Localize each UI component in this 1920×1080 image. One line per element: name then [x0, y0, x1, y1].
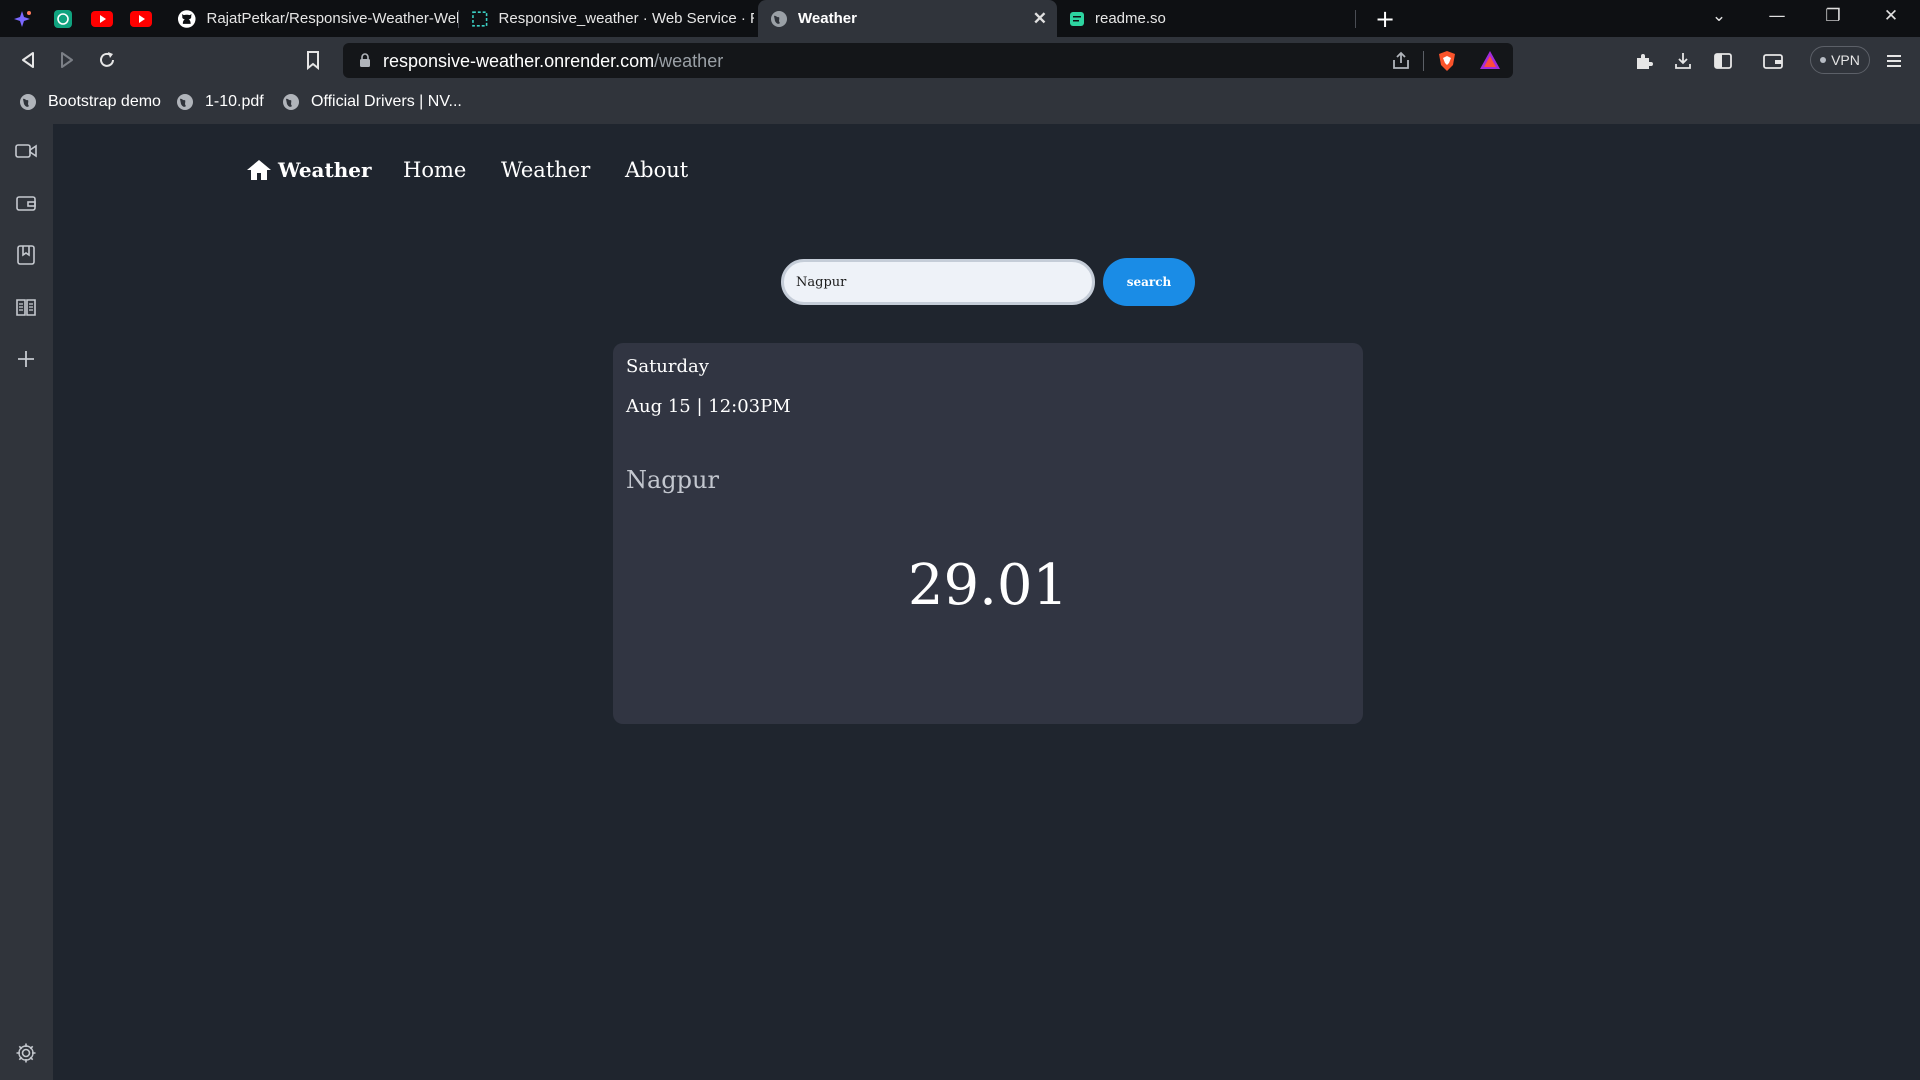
extensions-button[interactable] — [1632, 49, 1656, 73]
weather-card: Saturday Aug 15 | 12:03PM Nagpur 29.01 — [613, 343, 1363, 724]
vpn-status-dot — [1820, 57, 1827, 63]
brave-rewards-icon[interactable] — [1479, 50, 1501, 70]
browser-side-panel — [0, 124, 53, 1080]
tab-readme[interactable]: readme.so — [1057, 0, 1355, 37]
bookmark-label: Official Drivers | NV... — [311, 93, 462, 110]
hamburger-menu-icon — [1887, 55, 1901, 67]
tab-title: RajatPetkar/Responsive-Weather-Web — [206, 10, 459, 27]
browser-menu-button[interactable] — [1882, 49, 1906, 73]
bookmark-1-10-pdf[interactable]: 1-10.pdf — [175, 92, 264, 112]
address-bar-divider — [1423, 51, 1424, 71]
downloads-button[interactable] — [1671, 49, 1695, 73]
nav-link-home[interactable]: Home — [403, 158, 466, 182]
tab-search-chevron-icon[interactable]: ⌄ — [1707, 6, 1731, 26]
tab-weather[interactable]: Weather ✕ — [758, 0, 1057, 37]
plus-icon — [18, 351, 34, 367]
video-camera-icon — [15, 144, 37, 158]
side-panel-talk-button[interactable] — [13, 138, 39, 164]
reading-list-icon — [16, 299, 36, 316]
close-tab-icon[interactable]: ✕ — [1033, 9, 1047, 29]
tab-github[interactable]: RajatPetkar/Responsive-Weather-Web — [165, 0, 458, 37]
url-text: responsive-weather.onrender.com/weather — [383, 51, 723, 72]
tab-strip: RajatPetkar/Responsive-Weather-Web Respo… — [0, 0, 1920, 37]
side-panel-settings-button[interactable] — [13, 1040, 39, 1066]
minimize-icon[interactable]: — — [1765, 6, 1789, 26]
navbar-brand[interactable]: Weather — [246, 158, 372, 182]
tab-title: Weather — [798, 10, 857, 27]
brave-shields-icon[interactable] — [1437, 50, 1457, 72]
gear-icon — [16, 1043, 36, 1063]
bookmarks-bar: Bootstrap demo 1-10.pdf Official Drivers… — [0, 84, 1920, 124]
download-icon — [1675, 53, 1691, 69]
bookmark-label: 1-10.pdf — [205, 93, 264, 110]
wallet-icon — [16, 196, 36, 211]
pinned-tab-youtube-1[interactable] — [83, 0, 121, 37]
puzzle-icon — [1637, 54, 1653, 69]
side-panel-bookmarks-button[interactable] — [13, 242, 39, 268]
back-button[interactable] — [15, 47, 41, 73]
home-icon — [247, 160, 271, 180]
search-button[interactable]: search — [1103, 258, 1195, 306]
leo-ai-icon — [14, 10, 31, 27]
globe-icon — [177, 94, 193, 110]
bookmark-official-drivers[interactable]: Official Drivers | NV... — [281, 92, 462, 112]
vpn-button[interactable]: VPN — [1810, 46, 1870, 74]
brand-label: Weather — [278, 158, 372, 182]
reload-icon — [100, 52, 114, 67]
back-arrow-icon — [22, 52, 34, 68]
weather-datetime: Aug 15 | 12:03PM — [626, 396, 791, 417]
nav-link-weather[interactable]: Weather — [501, 158, 590, 182]
share-icon[interactable] — [1390, 50, 1412, 72]
youtube-icon — [130, 10, 152, 27]
forward-button[interactable] — [54, 47, 80, 73]
web-page: Weather Home Weather About search Saturd… — [53, 124, 1920, 1080]
tab-separator — [1355, 10, 1356, 28]
new-tab-button[interactable]: + — [1372, 5, 1398, 33]
bookmark-page-button[interactable] — [300, 47, 326, 73]
wallet-button[interactable] — [1761, 49, 1785, 73]
render-icon — [472, 10, 488, 27]
forward-arrow-icon — [61, 52, 73, 68]
readme-icon — [1070, 11, 1084, 26]
weather-day: Saturday — [626, 356, 709, 377]
side-panel-add-button[interactable] — [13, 346, 39, 372]
globe-icon — [283, 94, 299, 110]
weather-city: Nagpur — [626, 466, 719, 494]
globe-icon — [771, 10, 787, 27]
tab-title: Responsive_weather · Web Service · R — [498, 10, 754, 27]
pinned-tab-youtube-2[interactable] — [122, 0, 160, 37]
bookmarks-icon — [17, 245, 35, 265]
city-search-input[interactable] — [781, 259, 1095, 305]
window-close-icon[interactable]: ✕ — [1879, 6, 1903, 26]
bookmark-bootstrap-demo[interactable]: Bootstrap demo — [18, 92, 161, 112]
url-host: responsive-weather.onrender.com — [383, 51, 655, 71]
address-bar[interactable]: responsive-weather.onrender.com/weather — [343, 43, 1513, 78]
browser-toolbar: responsive-weather.onrender.com/weather … — [0, 37, 1920, 84]
restore-icon[interactable]: ❐ — [1821, 6, 1845, 26]
youtube-icon — [91, 10, 113, 27]
side-panel-reading-list-button[interactable] — [13, 294, 39, 320]
nav-link-about[interactable]: About — [625, 158, 688, 182]
github-icon — [177, 9, 196, 28]
sidebar-icon — [1714, 53, 1732, 69]
globe-icon — [20, 94, 36, 110]
tab-title: readme.so — [1095, 10, 1166, 27]
url-path: /weather — [654, 51, 724, 71]
weather-temperature: 29.01 — [907, 553, 1069, 618]
side-panel-wallet-button[interactable] — [13, 190, 39, 216]
bookmark-label: Bootstrap demo — [48, 93, 161, 110]
sidebar-toggle-button[interactable] — [1711, 49, 1735, 73]
tab-render[interactable]: Responsive_weather · Web Service · R — [459, 0, 754, 37]
pinned-tab-leo[interactable] — [4, 0, 42, 37]
reload-button[interactable] — [94, 47, 120, 73]
bookmark-icon — [307, 51, 319, 70]
vpn-label: VPN — [1831, 52, 1860, 68]
lock-icon — [360, 53, 370, 67]
pinned-tab-chatgpt[interactable] — [44, 0, 82, 37]
chatgpt-icon — [54, 9, 72, 28]
wallet-icon — [1763, 54, 1783, 69]
